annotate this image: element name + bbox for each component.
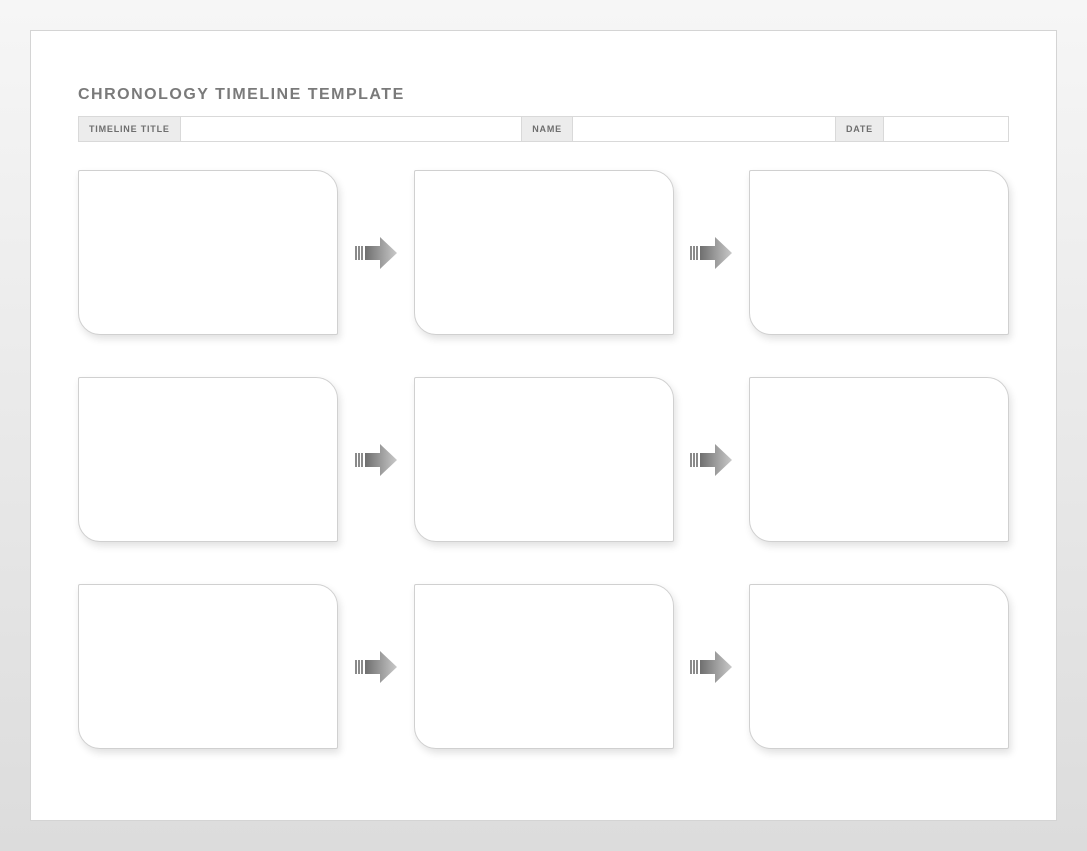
header-row: TIMELINE TITLE NAME DATE [78,116,1009,142]
timeline-title-label: TIMELINE TITLE [79,117,181,141]
timeline-card[interactable] [414,170,674,335]
date-field[interactable] [884,117,1008,141]
timeline-card[interactable] [414,377,674,542]
name-label: NAME [522,117,573,141]
page-title: CHRONOLOGY TIMELINE TEMPLATE [78,86,1009,104]
timeline-card[interactable] [749,584,1009,749]
timeline-card[interactable] [749,170,1009,335]
timeline-title-field[interactable] [181,117,523,141]
timeline-card[interactable] [78,377,338,542]
document-page: CHRONOLOGY TIMELINE TEMPLATE TIMELINE TI… [30,30,1057,821]
arrow-right-icon [347,233,405,273]
timeline-card[interactable] [749,377,1009,542]
timeline-card[interactable] [78,584,338,749]
date-label: DATE [836,117,884,141]
timeline-row [78,584,1009,749]
name-field[interactable] [573,117,836,141]
timeline-rows [78,170,1009,749]
timeline-card[interactable] [78,170,338,335]
arrow-right-icon [682,233,740,273]
arrow-right-icon [347,647,405,687]
timeline-row [78,377,1009,542]
arrow-right-icon [347,440,405,480]
arrow-right-icon [682,647,740,687]
timeline-card[interactable] [414,584,674,749]
timeline-row [78,170,1009,335]
arrow-right-icon [682,440,740,480]
